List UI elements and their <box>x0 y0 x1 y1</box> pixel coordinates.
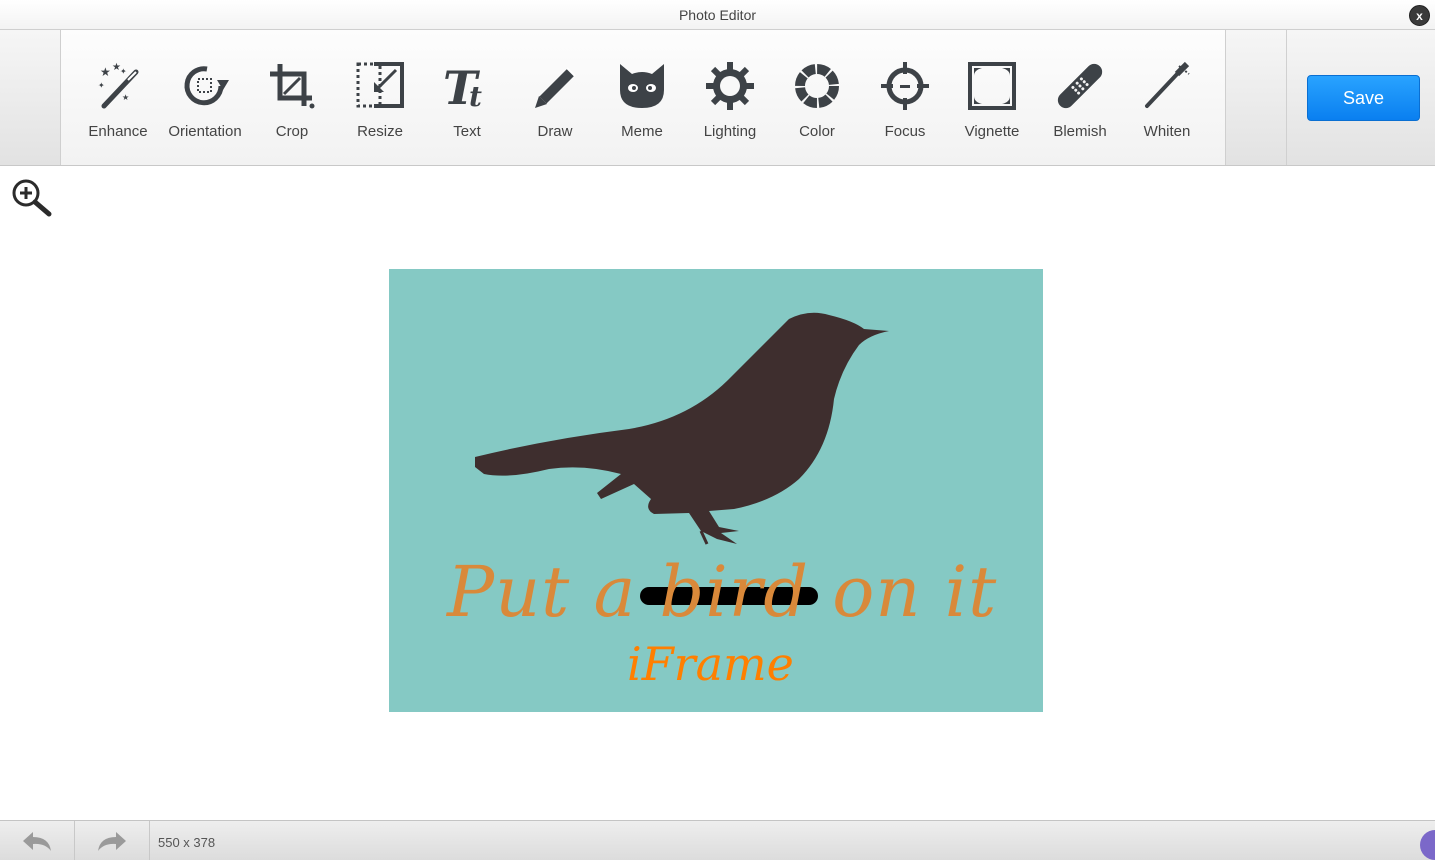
tool-blemish[interactable]: Blemish <box>1036 30 1124 165</box>
crosshair-icon <box>881 62 929 110</box>
tool-text[interactable]: T t Text <box>423 30 511 165</box>
tool-color[interactable]: Color <box>773 30 861 165</box>
tool-label: Vignette <box>964 123 1020 140</box>
bandage-icon <box>1057 63 1103 109</box>
close-button[interactable]: x <box>1409 5 1430 26</box>
title-bar: Photo Editor x <box>0 0 1435 30</box>
tool-focus[interactable]: Focus <box>861 30 949 165</box>
crop-icon <box>270 64 315 109</box>
photo-canvas[interactable]: Put a bird on it iFrame <box>389 269 1043 712</box>
tool-label: Draw <box>537 123 573 140</box>
rotate-icon <box>184 66 229 106</box>
sun-icon <box>706 62 754 110</box>
svg-text:★: ★ <box>100 65 111 79</box>
image-text-overlay: iFrame <box>627 637 794 691</box>
toolbar: ★ ★ ✦ ✦ ★ Enhance Orientation Crop Resiz… <box>0 30 1435 166</box>
save-button[interactable]: Save <box>1307 75 1420 121</box>
redo-icon <box>98 832 126 851</box>
window-title: Photo Editor <box>678 7 757 23</box>
pencil-icon <box>535 67 576 108</box>
text-icon: T t <box>443 61 482 112</box>
tool-label: Meme <box>621 123 663 140</box>
tool-label: Resize <box>357 123 403 140</box>
toothbrush-icon <box>1145 61 1190 108</box>
tool-resize[interactable]: Resize <box>336 30 424 165</box>
svg-text:★: ★ <box>122 93 129 102</box>
cat-face-icon <box>620 64 664 108</box>
tool-label: Color <box>799 123 835 140</box>
undo-icon <box>23 832 51 851</box>
tool-whiten[interactable]: Whiten <box>1123 30 1211 165</box>
image-text-main: Put a bird on it <box>447 551 998 633</box>
tool-label: Lighting <box>703 123 757 140</box>
tool-crop[interactable]: Crop <box>248 30 336 165</box>
status-bar: 550 x 378 <box>0 820 1435 860</box>
image-dimensions: 550 x 378 <box>158 835 216 850</box>
tool-label: Orientation <box>168 123 242 140</box>
resize-icon <box>356 62 404 108</box>
tool-label: Whiten <box>1143 123 1191 140</box>
vignette-frame-icon <box>968 62 1016 110</box>
tool-meme[interactable]: Meme <box>598 30 686 165</box>
tool-orientation[interactable]: Orientation <box>161 30 249 165</box>
tool-label: Blemish <box>1053 123 1107 140</box>
magic-wand-icon: ★ ★ ✦ ✦ ★ <box>98 62 139 109</box>
tool-vignette[interactable]: Vignette <box>948 30 1036 165</box>
zoom-in-icon[interactable] <box>11 178 53 223</box>
tool-panel: ★ ★ ✦ ✦ ★ Enhance Orientation Crop Resiz… <box>60 30 1226 165</box>
tool-lighting[interactable]: Lighting <box>686 30 774 165</box>
toolbar-divider <box>1286 30 1287 165</box>
tool-label: Crop <box>275 123 309 140</box>
svg-text:✦: ✦ <box>98 81 105 90</box>
svg-text:✦: ✦ <box>120 67 127 76</box>
redo-button[interactable] <box>75 821 150 860</box>
tool-label: Focus <box>884 123 926 140</box>
svg-text:t: t <box>469 80 482 112</box>
tool-enhance[interactable]: ★ ★ ✦ ✦ ★ Enhance <box>74 30 162 165</box>
tool-label: Enhance <box>88 123 148 140</box>
undo-button[interactable] <box>0 821 75 860</box>
tool-draw[interactable]: Draw <box>511 30 599 165</box>
tool-label: Text <box>453 123 481 140</box>
color-ring-icon <box>795 64 839 108</box>
